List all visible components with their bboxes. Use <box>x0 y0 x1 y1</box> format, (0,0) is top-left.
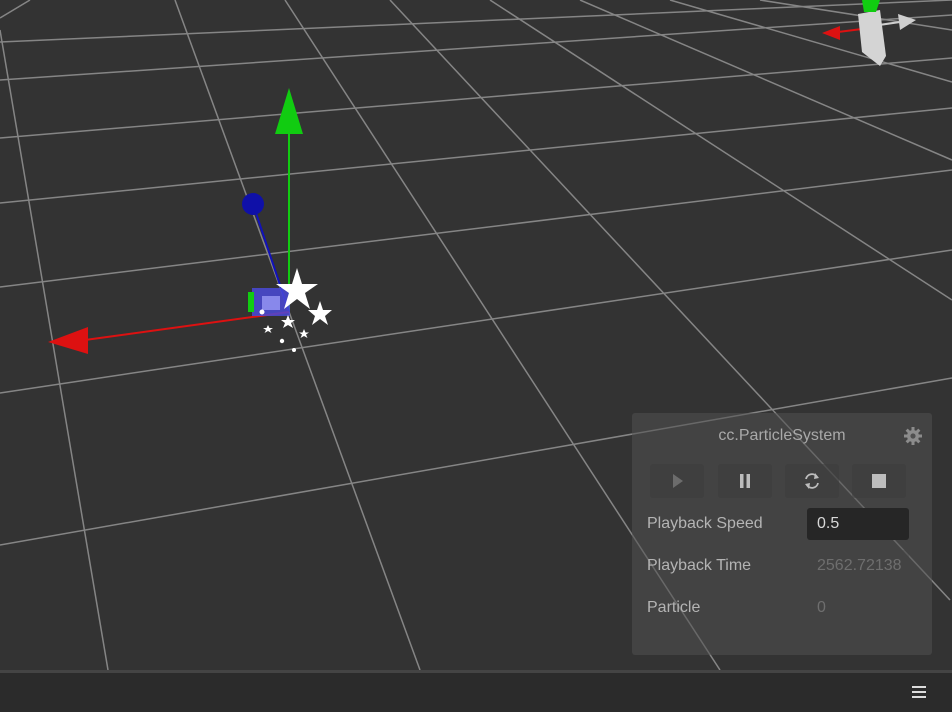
hamburger-menu-icon[interactable] <box>912 686 926 698</box>
stop-icon <box>872 474 886 488</box>
particle-count-label: Particle <box>647 599 701 616</box>
playback-time-row: Playback Time 2562.72138 <box>647 550 912 584</box>
play-icon <box>673 474 683 488</box>
playback-speed-label: Playback Speed <box>647 515 763 532</box>
stop-button[interactable] <box>852 464 906 498</box>
play-button[interactable] <box>650 464 704 498</box>
orientation-x-icon[interactable] <box>822 26 840 40</box>
playback-speed-input[interactable]: 0.5 <box>807 508 909 540</box>
playback-time-value: 2562.72138 <box>807 550 909 582</box>
particle-system-panel: cc.ParticleSystem Playback Speed 0.5 Pla… <box>632 413 932 655</box>
playback-speed-row: Playback Speed 0.5 <box>647 508 912 542</box>
panel-title: cc.ParticleSystem <box>718 427 846 444</box>
gear-icon[interactable] <box>904 427 922 445</box>
bottom-toolbar <box>0 670 952 712</box>
pause-button[interactable] <box>718 464 772 498</box>
playback-time-label: Playback Time <box>647 557 752 574</box>
orientation-cube-icon[interactable] <box>858 10 886 66</box>
playback-controls <box>650 464 922 500</box>
particle-count-row: Particle 0 <box>647 592 912 626</box>
restart-button[interactable] <box>785 464 839 498</box>
scene-viewport[interactable]: cc.ParticleSystem Playback Speed 0.5 Pla… <box>0 0 952 670</box>
orientation-y-icon[interactable] <box>862 0 880 12</box>
particle-count-value: 0 <box>807 592 909 624</box>
orientation-neg-x-icon[interactable] <box>898 14 916 30</box>
pause-icon <box>740 474 750 488</box>
restart-icon <box>805 473 819 489</box>
